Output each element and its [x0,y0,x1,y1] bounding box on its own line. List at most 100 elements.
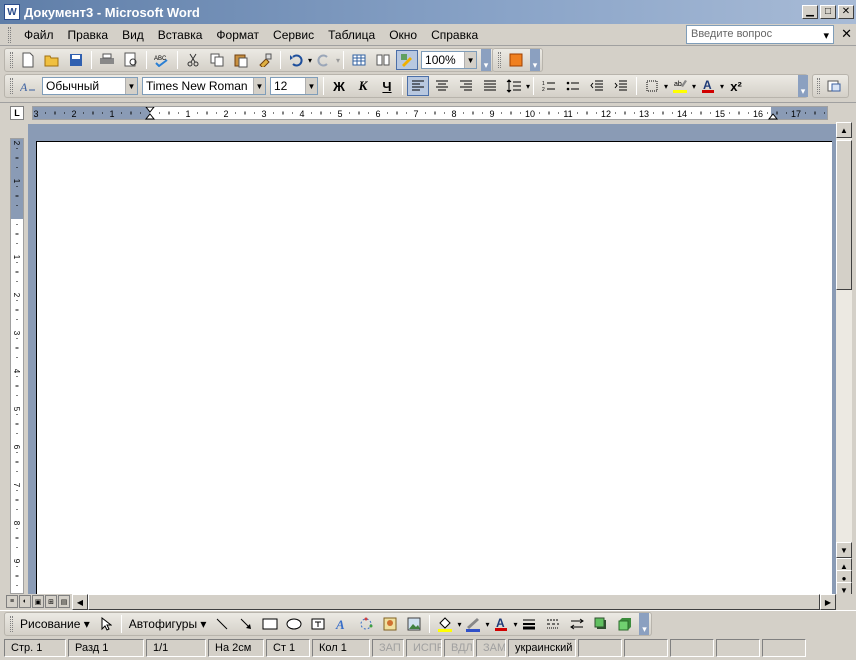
select-objects-icon[interactable] [95,614,117,634]
word-app-icon[interactable]: W [4,4,20,20]
diagram-icon[interactable] [355,614,377,634]
font-combo[interactable]: Times New Roman ▼ [142,77,266,95]
scroll-up-button[interactable]: ▲ [836,122,852,138]
wordart-icon[interactable]: A [331,614,353,634]
borders-icon[interactable] [641,76,663,96]
horizontal-ruler[interactable]: 3 2 1 1 2 3 4 5 6 7 8 9 10 11 12 13 14 15 16 17 [32,106,828,120]
status-track-changes[interactable]: ИСПР [406,639,442,657]
highlight-dropdown-icon[interactable]: ▾ [692,82,696,91]
style-dropdown-icon[interactable]: ▼ [125,78,137,94]
line-color-dropdown-icon[interactable]: ▾ [485,620,489,629]
shadow-style-icon[interactable] [590,614,612,634]
vertical-ruler[interactable]: 2 1 1 2 3 4 5 6 7 8 9 [10,138,24,594]
status-position[interactable]: На 2см [208,639,264,657]
status-spelling[interactable] [578,639,622,657]
status-page[interactable]: Стр. 1 [4,639,66,657]
insert-table-icon[interactable] [348,50,370,70]
scroll-down-button[interactable]: ▼ [836,542,852,558]
undo-dropdown-icon[interactable]: ▾ [308,56,312,65]
menu-grip[interactable] [8,26,11,43]
increase-indent-icon[interactable] [610,76,632,96]
clip-art-icon[interactable] [379,614,401,634]
status-column[interactable]: Кол 1 [312,639,370,657]
autoshapes-menu-button[interactable]: Автофигуры ▾ [125,617,211,631]
menu-help[interactable]: Справка [424,28,485,42]
web-layout-icon[interactable]: ◐ [19,595,31,608]
format-painter-icon[interactable] [254,50,276,70]
menu-view[interactable]: Вид [115,28,151,42]
align-center-icon[interactable] [431,76,453,96]
line-style-icon[interactable] [518,614,540,634]
research-icon[interactable] [505,50,527,70]
print-layout-icon[interactable]: ▣ [32,595,44,608]
redo-icon[interactable] [313,50,335,70]
superscript-button[interactable]: x² [725,76,747,96]
status-overtype[interactable]: ЗАМ [476,639,506,657]
dash-style-icon[interactable] [542,614,564,634]
vertical-scroll-thumb[interactable] [836,140,852,290]
track-changes-icon[interactable] [823,76,845,96]
zoom-combo[interactable]: 100% ▼ [421,51,478,69]
italic-button[interactable]: К [352,76,374,96]
justify-icon[interactable] [479,76,501,96]
print-preview-icon[interactable] [120,50,142,70]
cut-icon[interactable] [182,50,204,70]
toolbar-options-icon[interactable]: ▾ [481,49,492,71]
style-combo[interactable]: Обычный ▼ [42,77,138,95]
minimize-button[interactable]: ▁ [802,5,818,19]
font-color-icon[interactable]: A [697,76,719,96]
status-line[interactable]: Ст 1 [266,639,310,657]
text-box-icon[interactable] [307,614,329,634]
horizontal-scrollbar[interactable]: ◀ ▶ [72,594,836,610]
toolbar-options-icon[interactable]: ▾ [639,613,650,635]
vertical-scrollbar[interactable]: ▲ ▼ ▲ ● ▼ [836,122,852,598]
align-right-icon[interactable] [455,76,477,96]
line-spacing-dropdown-icon[interactable]: ▾ [526,82,530,91]
font-size-dropdown-icon[interactable]: ▼ [305,78,317,94]
toolbar-grip[interactable] [10,52,13,68]
document-page[interactable] [36,141,832,594]
3d-style-icon[interactable] [614,614,636,634]
menu-table[interactable]: Таблица [321,28,382,42]
insert-picture-icon[interactable] [403,614,425,634]
open-icon[interactable] [41,50,63,70]
columns-icon[interactable] [372,50,394,70]
help-search-input[interactable]: Введите вопрос ▾ [686,25,834,44]
maximize-button[interactable]: □ [820,5,836,19]
indent-marker[interactable] [144,107,156,120]
status-section[interactable]: Разд 1 [68,639,144,657]
document-close-button[interactable]: ✕ [841,26,852,42]
line-icon[interactable] [211,614,233,634]
toolbar-grip[interactable] [10,78,13,94]
outline-view-icon[interactable]: ⊞ [45,595,57,608]
status-language[interactable]: украинский [508,639,576,657]
menu-window[interactable]: Окно [382,28,424,42]
horizontal-scroll-thumb[interactable] [88,594,820,610]
font-dropdown-icon[interactable]: ▼ [253,78,265,94]
normal-view-icon[interactable]: ≡ [6,595,18,608]
draw-font-color-icon[interactable]: A [490,614,512,634]
spelling-icon[interactable]: ABC [151,50,173,70]
fill-color-dropdown-icon[interactable]: ▾ [457,620,461,629]
bullets-icon[interactable] [562,76,584,96]
tab-selector[interactable]: L [10,106,24,120]
font-color-dropdown-icon[interactable]: ▾ [720,82,724,91]
print-icon[interactable] [96,50,118,70]
draw-font-color-dropdown-icon[interactable]: ▾ [513,620,517,629]
zoom-dropdown-icon[interactable]: ▼ [464,52,477,68]
menu-file[interactable]: Файл [17,28,61,42]
highlight-icon[interactable]: ab [669,76,691,96]
menu-tools[interactable]: Сервис [266,28,321,42]
copy-icon[interactable] [206,50,228,70]
reading-layout-icon[interactable]: ▤ [58,595,70,608]
help-dropdown-icon[interactable]: ▾ [823,29,829,42]
paste-icon[interactable] [230,50,252,70]
styles-icon[interactable]: A [17,76,39,96]
rectangle-icon[interactable] [259,614,281,634]
toolbar-options-icon[interactable]: ▾ [798,75,808,97]
numbering-icon[interactable]: 12 [538,76,560,96]
underline-button[interactable]: Ч [376,76,398,96]
toolbar-grip[interactable] [498,52,501,68]
scroll-right-button[interactable]: ▶ [820,594,836,610]
toolbar-grip[interactable] [817,78,820,94]
